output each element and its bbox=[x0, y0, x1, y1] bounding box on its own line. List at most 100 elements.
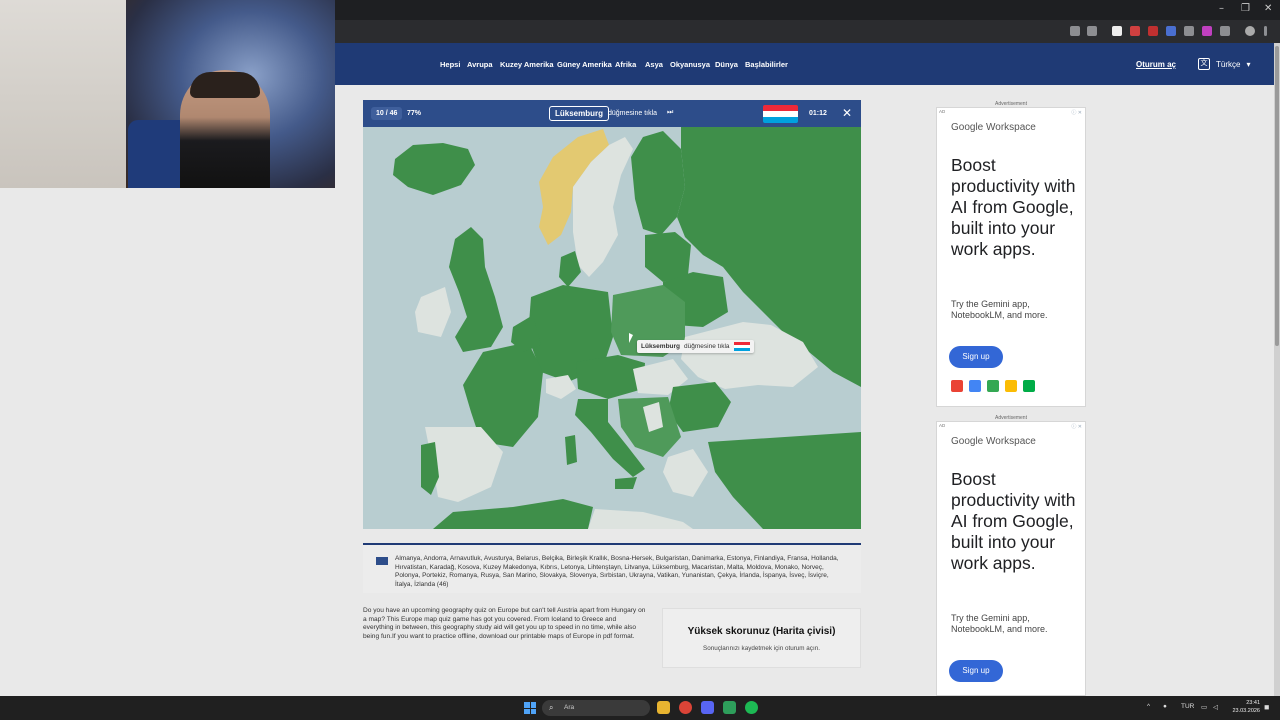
extension-icon[interactable] bbox=[1166, 26, 1176, 36]
skip-icon[interactable]: ⏭ bbox=[667, 109, 673, 117]
quiz-instruction: düğmesine tıkla bbox=[608, 110, 658, 117]
tray-language[interactable]: TUR bbox=[1181, 703, 1194, 710]
volume-icon[interactable]: ◁ bbox=[1213, 703, 1218, 711]
chrome-icon[interactable] bbox=[679, 701, 692, 714]
close-icon[interactable]: ✕ bbox=[842, 106, 852, 120]
file-explorer-icon[interactable] bbox=[657, 701, 670, 714]
login-link[interactable]: Oturum aç bbox=[1136, 60, 1176, 69]
nav-item-oceania[interactable]: Okyanusya bbox=[670, 60, 710, 69]
ad-headline: Boost productivity with AI from Google, … bbox=[951, 155, 1076, 259]
start-tile bbox=[530, 708, 536, 714]
start-tile bbox=[524, 708, 530, 714]
network-icon[interactable]: ▭ bbox=[1201, 703, 1207, 711]
quiz-description: Do you have an upcoming geography quiz o… bbox=[363, 607, 646, 640]
quiz-target-country: Lüksemburg bbox=[549, 106, 610, 121]
nav-item-south-america[interactable]: Güney Amerika bbox=[557, 60, 612, 69]
drive-icon bbox=[987, 380, 999, 392]
ad-app-icons bbox=[951, 380, 1035, 392]
ad-brand-suffix: Workspace bbox=[986, 122, 1036, 133]
nav-item-beginners[interactable]: Başlabilirler bbox=[745, 60, 788, 69]
high-score-box: Yüksek skorunuz (Harita çivisi) Sonuçlar… bbox=[662, 608, 861, 668]
quiz-timer: 01:12 bbox=[809, 110, 827, 117]
country-sardinia[interactable] bbox=[565, 435, 577, 465]
extension-icon[interactable] bbox=[1130, 26, 1140, 36]
app-icon[interactable] bbox=[723, 701, 736, 714]
map-quiz: 10 / 46 77% Lüksemburg düğmesine tıkla ⏭… bbox=[363, 100, 861, 529]
nav-item-north-america[interactable]: Kuzey Amerika bbox=[500, 60, 554, 69]
tooltip-flag bbox=[733, 342, 750, 351]
taskbar-clock[interactable]: 23:41 23.03.2026 bbox=[1226, 699, 1260, 715]
nav-item-africa[interactable]: Afrika bbox=[615, 60, 636, 69]
ad-badge: AD bbox=[939, 109, 946, 114]
extension-icon[interactable] bbox=[1184, 26, 1194, 36]
ad-banner[interactable]: AD ⓘ ✕ Google Workspace Boost productivi… bbox=[936, 107, 1086, 407]
quiz-percent: 77% bbox=[407, 110, 422, 117]
high-score-title: Yüksek skorunuz (Harita çivisi) bbox=[687, 626, 836, 637]
translate-icon: 文 bbox=[1198, 58, 1210, 70]
europe-map[interactable] bbox=[363, 127, 861, 529]
webcam-hair bbox=[190, 72, 260, 98]
extension-icon[interactable] bbox=[1112, 26, 1122, 36]
spotify-icon[interactable] bbox=[745, 701, 758, 714]
menu-kebab-icon[interactable] bbox=[1264, 26, 1267, 36]
start-tile bbox=[524, 702, 530, 708]
ad-brand: Google Workspace bbox=[951, 122, 1036, 133]
minimize-icon[interactable]: – bbox=[1219, 3, 1224, 14]
restore-icon[interactable]: ❐ bbox=[1241, 3, 1250, 14]
tooltip-action: düğmesine tıkla bbox=[684, 343, 730, 350]
extension-icon[interactable] bbox=[1202, 26, 1212, 36]
ad-badge: AD bbox=[939, 423, 946, 428]
nav-item-europe[interactable]: Avrupa bbox=[467, 60, 493, 69]
webcam-overlay bbox=[0, 0, 335, 188]
language-label: Türkçe bbox=[1216, 59, 1241, 69]
install-icon[interactable] bbox=[1070, 26, 1080, 36]
ad-banner[interactable]: AD ⓘ ✕ Google Workspace Boost productivi… bbox=[936, 421, 1086, 696]
notification-icon[interactable]: ◼ bbox=[1264, 703, 1269, 711]
calendar-icon bbox=[969, 380, 981, 392]
page-scrollbar-thumb[interactable] bbox=[1275, 46, 1279, 346]
ad-headline: Boost productivity with AI from Google, … bbox=[951, 469, 1076, 573]
list-icon bbox=[376, 557, 388, 565]
ad-brand-google: Google bbox=[951, 122, 984, 133]
webcam-wall bbox=[0, 0, 126, 188]
docs-icon bbox=[1005, 380, 1017, 392]
ad-brand-google: Google bbox=[951, 436, 984, 447]
tooltip-country: Lüksemburg bbox=[641, 343, 681, 350]
microphone-icon[interactable]: ● bbox=[1163, 703, 1167, 710]
quiz-toolbar: 10 / 46 77% Lüksemburg düğmesine tıkla ⏭… bbox=[363, 100, 861, 127]
windows-start-icon[interactable] bbox=[524, 702, 536, 714]
windows-taskbar: ⌕ Ara ^ ● TUR ▭ ◁ 23:41 23.03.2026 ◼ bbox=[0, 696, 1280, 720]
high-score-subtitle[interactable]: Sonuçlarınızı kaydetmek için oturum açın… bbox=[663, 645, 860, 652]
discord-icon[interactable] bbox=[701, 701, 714, 714]
ad-subtext: Try the Gemini app, NotebookLM, and more… bbox=[951, 299, 1048, 320]
bookmark-star-icon[interactable] bbox=[1087, 26, 1097, 36]
quiz-progress: 10 / 46 bbox=[371, 107, 403, 120]
tray-chevron-icon[interactable]: ^ bbox=[1147, 703, 1150, 710]
ad-info-icon[interactable]: ⓘ ✕ bbox=[1071, 109, 1082, 116]
extension-icon[interactable] bbox=[1148, 26, 1158, 36]
caret-down-icon: ▾ bbox=[1246, 59, 1251, 69]
ad-info-icon[interactable]: ⓘ ✕ bbox=[1071, 423, 1082, 430]
taskbar-search[interactable]: ⌕ Ara bbox=[542, 700, 650, 716]
country-list-panel: Almanya, Andorra, Arnavutluk, Avusturya,… bbox=[363, 543, 861, 593]
profile-avatar-icon[interactable] bbox=[1245, 26, 1255, 36]
start-tile bbox=[530, 702, 536, 708]
gmail-icon bbox=[951, 380, 963, 392]
close-window-icon[interactable]: ✕ bbox=[1264, 3, 1272, 14]
nav-item-world[interactable]: Dünya bbox=[715, 60, 738, 69]
taskbar-search-placeholder: Ara bbox=[564, 704, 575, 711]
ad-brand: Google Workspace bbox=[951, 436, 1036, 447]
nav-item-asia[interactable]: Asya bbox=[645, 60, 663, 69]
clock-time: 23:41 bbox=[1246, 700, 1260, 706]
flag-stripe-blue bbox=[763, 117, 798, 123]
target-flag bbox=[763, 105, 798, 123]
ad-signup-button[interactable]: Sign up bbox=[949, 346, 1003, 368]
ad-signup-button[interactable]: Sign up bbox=[949, 660, 1003, 682]
country-list: Almanya, Andorra, Arnavutluk, Avusturya,… bbox=[395, 555, 839, 588]
search-icon: ⌕ bbox=[549, 703, 554, 712]
nav-item-all[interactable]: Hepsi bbox=[440, 60, 460, 69]
clock-date: 23.03.2026 bbox=[1232, 708, 1260, 714]
meet-icon bbox=[1023, 380, 1035, 392]
puzzle-icon[interactable] bbox=[1220, 26, 1230, 36]
language-selector[interactable]: 文 Türkçe ▾ bbox=[1198, 58, 1250, 70]
